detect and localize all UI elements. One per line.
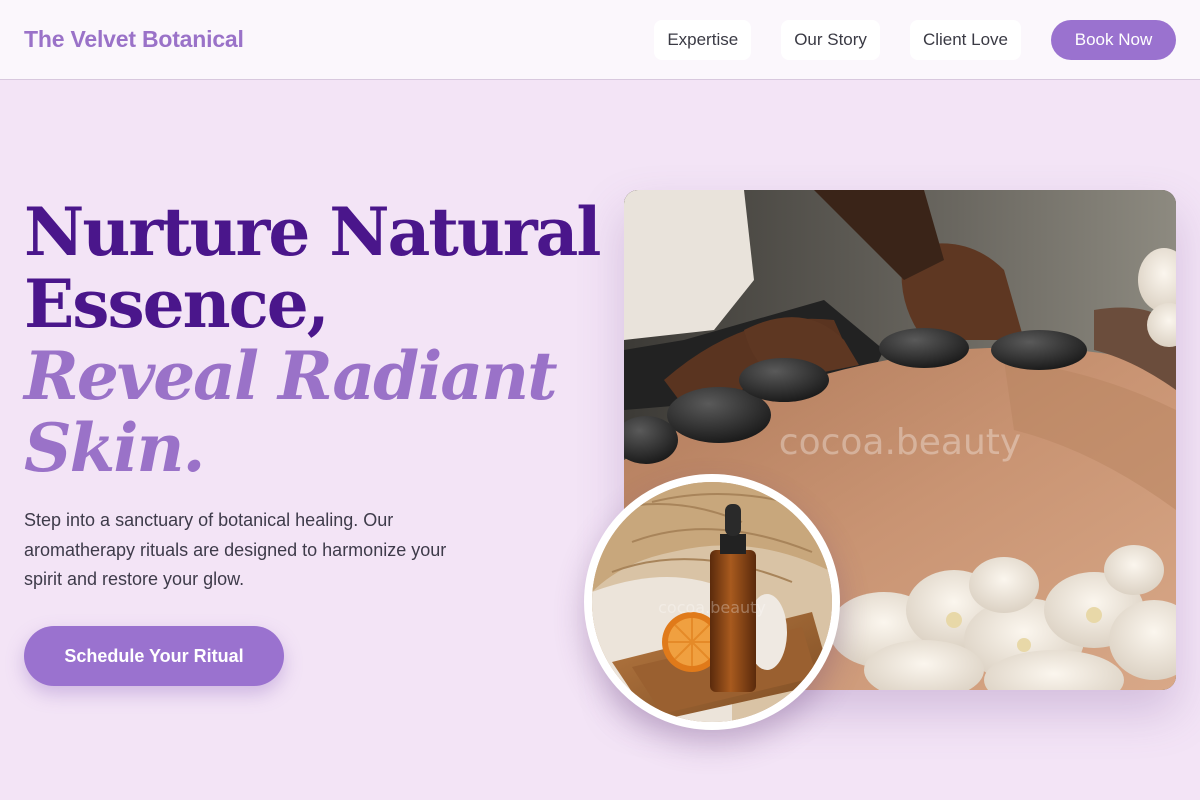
site-header: The Velvet Botanical Expertise Our Story… — [0, 0, 1200, 80]
book-now-button[interactable]: Book Now — [1051, 19, 1176, 60]
hero-title-line-2: Essence, — [24, 265, 330, 343]
schedule-ritual-button[interactable]: Schedule Your Ritual — [24, 626, 284, 686]
hero-title-line-3: Reveal Radiant — [24, 337, 558, 415]
hero-description: Step into a sanctuary of botanical heali… — [24, 510, 447, 589]
nav-link-our-story[interactable]: Our Story — [781, 19, 880, 60]
nav-link-expertise[interactable]: Expertise — [654, 19, 752, 60]
nav-link-client-love[interactable]: Client Love — [909, 19, 1021, 60]
hero-title-line-4: Skin. — [24, 409, 205, 487]
main-nav: Expertise Our Story Client Love Book Now — [654, 19, 1176, 60]
hero-title: Nurture Natural Essence, Reveal Radiant … — [24, 193, 601, 487]
hero-title-line-1: Nurture Natural — [24, 193, 601, 271]
essential-oil-image: cocoa.beauty — [584, 474, 840, 730]
main-image-watermark: cocoa.beauty — [778, 422, 1022, 463]
brand-logo[interactable]: The Velvet Botanical — [24, 26, 244, 53]
circle-image-watermark: cocoa.beauty — [658, 598, 766, 617]
